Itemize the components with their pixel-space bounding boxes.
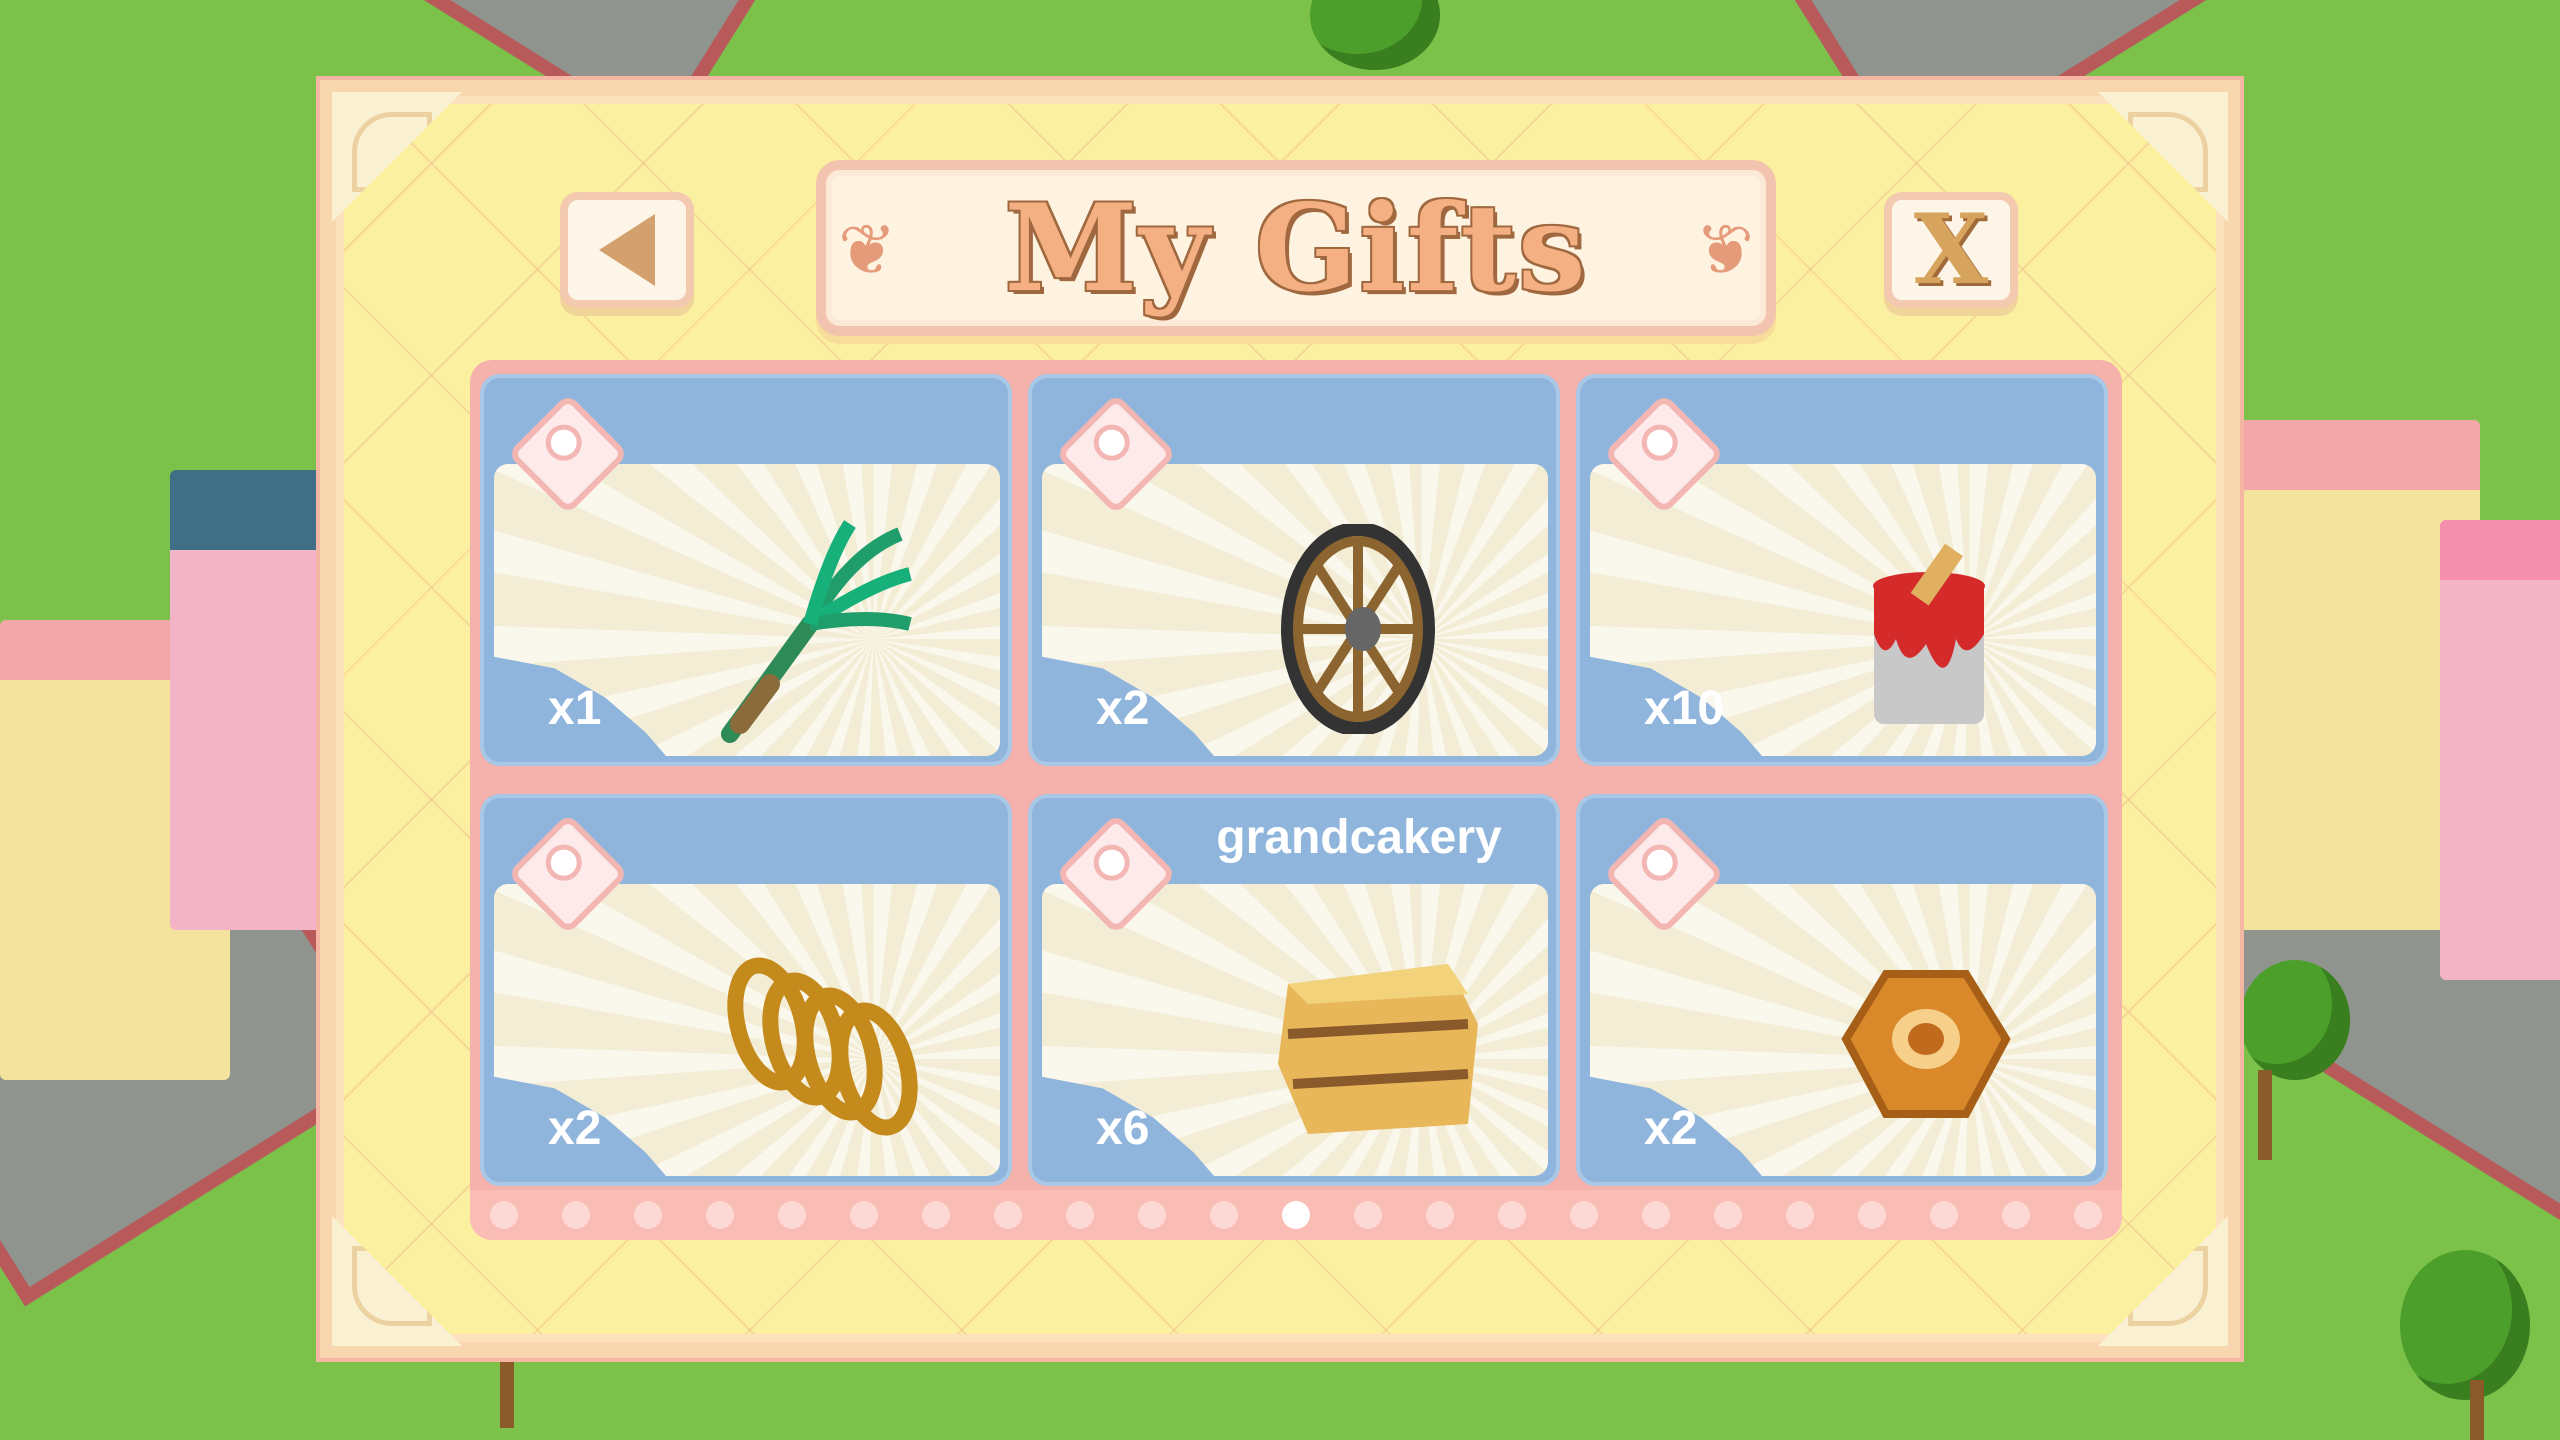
page-dot[interactable]	[490, 1201, 518, 1229]
page-dot[interactable]	[1354, 1201, 1382, 1229]
corner-ornament	[332, 92, 462, 222]
page-dot[interactable]	[1786, 1201, 1814, 1229]
page-dot[interactable]	[1642, 1201, 1670, 1229]
tree-trunk	[500, 1358, 514, 1428]
page-dot[interactable]	[562, 1201, 590, 1229]
back-button[interactable]	[560, 192, 694, 308]
gift-quantity: x2	[1096, 682, 1150, 735]
gifts-modal: ❦ My Gifts ❦ X x1 x2 x10 x2 grandcakery …	[320, 80, 2240, 1358]
gift-sender: grandcakery	[1216, 811, 1502, 864]
tree	[2400, 1250, 2530, 1400]
page-dot[interactable]	[634, 1201, 662, 1229]
corner-ornament	[2098, 1216, 2228, 1346]
building	[170, 470, 330, 930]
page-dot[interactable]	[2074, 1201, 2102, 1229]
page-dot[interactable]	[994, 1201, 1022, 1229]
building	[2440, 520, 2560, 980]
corner-ornament	[2098, 92, 2228, 222]
gift-card[interactable]: x1	[480, 374, 1012, 766]
page-dot[interactable]	[1138, 1201, 1166, 1229]
page-dot[interactable]	[1498, 1201, 1526, 1229]
page-dot[interactable]	[1066, 1201, 1094, 1229]
corner-ornament	[332, 1216, 462, 1346]
gift-quantity: x6	[1096, 1102, 1150, 1155]
page-dot[interactable]	[778, 1201, 806, 1229]
page-title: My Gifts	[1004, 177, 1588, 319]
tree	[1310, 0, 1440, 70]
page-dot[interactable]	[850, 1201, 878, 1229]
close-icon: X	[1913, 193, 1989, 306]
tree-trunk	[2258, 1070, 2272, 1160]
gift-card[interactable]: x2	[480, 794, 1012, 1186]
gift-card[interactable]: grandcakery x6	[1028, 794, 1560, 1186]
page-dot[interactable]	[922, 1201, 950, 1229]
coil-spring-icon	[727, 957, 918, 1136]
flourish-icon: ❦	[1695, 209, 1754, 291]
gift-quantity: x2	[1644, 1102, 1698, 1155]
page-dot[interactable]	[706, 1201, 734, 1229]
gift-grid: x1 x2 x10 x2 grandcakery x6 x2	[480, 374, 2112, 1186]
gift-card[interactable]: x2	[1576, 794, 2108, 1186]
gift-quantity: x1	[548, 682, 602, 735]
green-onion-icon	[721, 520, 912, 743]
tree-trunk	[2470, 1380, 2484, 1440]
page-dot[interactable]	[1570, 1201, 1598, 1229]
paint-bucket-icon	[1873, 544, 1985, 724]
gift-quantity: x2	[548, 1102, 602, 1155]
flourish-icon: ❦	[838, 209, 897, 291]
page-dot[interactable]	[2002, 1201, 2030, 1229]
page-dot[interactable]	[1930, 1201, 1958, 1229]
gift-quantity: x10	[1644, 682, 1725, 735]
page-dot[interactable]	[1714, 1201, 1742, 1229]
gift-card[interactable]: x2	[1028, 374, 1560, 766]
wagon-wheel-icon	[1281, 524, 1435, 734]
page-dot[interactable]	[1858, 1201, 1886, 1229]
page-dot[interactable]	[1210, 1201, 1238, 1229]
page-dot-active[interactable]	[1282, 1201, 1310, 1229]
page-indicator	[470, 1190, 2122, 1240]
hay-bale-icon	[1278, 964, 1478, 1134]
title-banner: ❦ My Gifts ❦	[816, 160, 1776, 336]
wooden-nut-icon	[1841, 970, 2011, 1118]
back-arrow-icon	[599, 214, 655, 286]
gift-grid-frame: x1 x2 x10 x2 grandcakery x6 x2	[470, 360, 2122, 1240]
tree	[2240, 960, 2350, 1080]
close-button[interactable]: X	[1884, 192, 2018, 308]
page-dot[interactable]	[1426, 1201, 1454, 1229]
gift-card[interactable]: x10	[1576, 374, 2108, 766]
